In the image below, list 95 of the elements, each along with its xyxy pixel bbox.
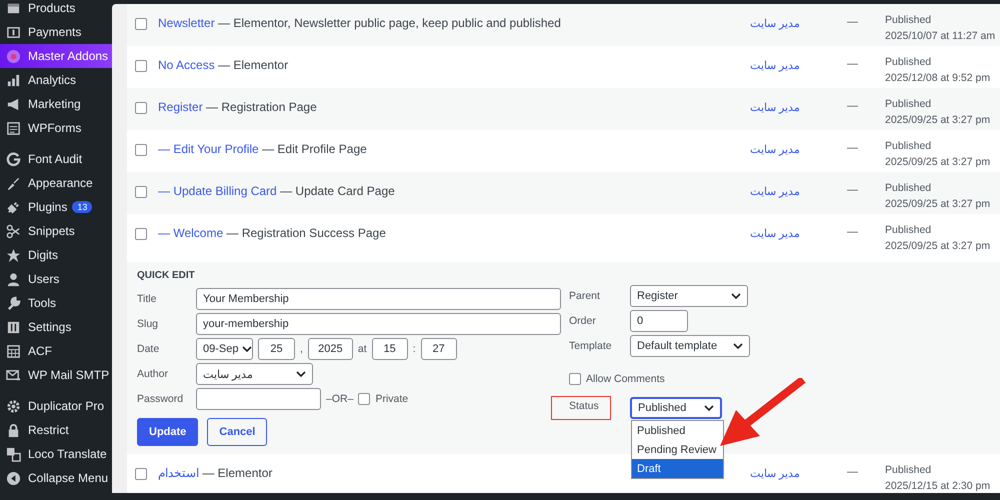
slug-field[interactable]: your-membership	[196, 313, 561, 335]
menu-item[interactable]: WP Mail SMTP	[0, 363, 112, 387]
post-date: 2025/10/07 at 11:27 am	[885, 30, 996, 43]
post-status: Published	[885, 98, 932, 111]
page-title-link[interactable]: استخدام	[158, 466, 199, 480]
month-select[interactable]: 09-Sep	[196, 338, 253, 360]
menu-item[interactable]: Snippets	[0, 219, 112, 243]
menu-item[interactable]: Digits	[0, 243, 112, 267]
author-link[interactable]: مدیر سایت	[730, 130, 820, 156]
author-link[interactable]: مدیر سایت	[730, 46, 820, 72]
title-field[interactable]: Your Membership	[196, 288, 561, 310]
dropdown-option[interactable]: Pending Review	[632, 440, 723, 459]
dropdown-option[interactable]: Published	[632, 421, 723, 440]
menu-item[interactable]: Duplicator Pro	[0, 394, 112, 418]
post-status: Published	[885, 182, 932, 195]
post-date: 2025/12/08 at 9:52 pm	[885, 72, 992, 85]
field-label: Slug	[137, 318, 160, 330]
year-field[interactable]: 2025	[308, 338, 353, 360]
day-field[interactable]: 25	[258, 338, 295, 360]
field-label: Status	[569, 400, 599, 412]
post-date: 2025/09/25 at 3:27 pm	[885, 156, 992, 169]
author-link[interactable]: مدیر سایت	[730, 214, 820, 240]
post-date: 2025/09/25 at 3:27 pm	[885, 114, 992, 127]
post-status: Published	[885, 14, 932, 27]
field-label: Parent	[569, 290, 601, 302]
comments-count: —	[846, 15, 859, 28]
comments-count: —	[846, 57, 859, 70]
menu-item[interactable]: Products	[0, 0, 112, 20]
menu-item[interactable]: Marketing	[0, 92, 112, 116]
page-title-link[interactable]: Newsletter	[158, 16, 215, 30]
menu-item[interactable]: Payments	[0, 20, 112, 44]
field-label: Author	[137, 368, 169, 380]
author-link[interactable]: مدیر سایت	[730, 4, 820, 30]
count-badge: 13	[72, 201, 92, 213]
at-label: at	[358, 343, 367, 355]
page-title-link[interactable]: — Edit Your Profile	[158, 142, 259, 156]
menu-item[interactable]: Restrict	[0, 418, 112, 442]
date-separator: ,	[300, 343, 303, 355]
menu-item[interactable]: Users	[0, 267, 112, 291]
cancel-button[interactable]: Cancel	[207, 418, 268, 446]
menu-item[interactable]: Tools	[0, 291, 112, 315]
quick-edit-heading: QUICK EDIT	[137, 270, 196, 283]
page-title-link[interactable]: — Welcome	[158, 226, 224, 240]
update-button[interactable]: Update	[137, 418, 198, 446]
page-title: Newsletter — Elementor, Newsletter public page, keep public and published	[158, 15, 561, 30]
page-title-link[interactable]: — Update Billing Card	[158, 184, 277, 198]
comments-count: —	[846, 225, 859, 238]
page-title: No Access — Elementor	[158, 57, 288, 72]
field-label: Order	[569, 315, 597, 327]
menu-item[interactable]: Master Addons	[0, 44, 112, 68]
hour-field[interactable]: 15	[372, 338, 408, 360]
page-title-link[interactable]: Register	[158, 100, 203, 114]
comments-count: —	[846, 99, 859, 112]
checkbox-label: Allow Comments	[586, 373, 665, 385]
minute-field[interactable]: 27	[420, 338, 457, 360]
field-label: Template	[569, 340, 613, 352]
field-label: Date	[137, 343, 160, 355]
author-link[interactable]: مدیر سایت	[730, 454, 820, 480]
field-label: Password	[137, 393, 184, 405]
page-title: — Update Billing Card — Update Card Page	[158, 183, 395, 198]
author-link[interactable]: مدیر سایت	[730, 88, 820, 114]
post-status: Published	[885, 140, 932, 153]
comments-count: —	[846, 183, 859, 196]
menu-item[interactable]: Font Audit	[0, 147, 112, 171]
page-title: — Edit Your Profile — Edit Profile Page	[158, 141, 367, 156]
menu-item[interactable]: Collapse Menu	[0, 466, 112, 490]
dropdown-option[interactable]: Draft	[632, 459, 723, 478]
parent-select[interactable]: Register	[630, 285, 748, 307]
comments-count: —	[846, 465, 859, 478]
menu-item[interactable]: WPForms	[0, 116, 112, 140]
menu-item[interactable]: Settings	[0, 315, 112, 339]
menu-item[interactable]: ACF	[0, 339, 112, 363]
page-title-link[interactable]: No Access	[158, 58, 215, 72]
order-field[interactable]: 0	[630, 310, 688, 332]
post-status: Published	[885, 464, 932, 477]
page-title: Register — Registration Page	[158, 99, 317, 114]
private-label: Private	[375, 393, 408, 405]
menu-item[interactable]: Plugins 13	[0, 195, 112, 219]
author-link[interactable]: مدیر سایت	[730, 172, 820, 198]
post-status: Published	[885, 56, 932, 69]
author-select[interactable]: مدیر سایت	[196, 363, 313, 385]
post-date: 2025/09/25 at 3:27 pm	[885, 198, 992, 211]
menu-item[interactable]: Appearance	[0, 171, 112, 195]
post-status: Published	[885, 224, 932, 237]
post-date: 2025/12/15 at 2:30 pm	[885, 480, 992, 493]
comments-count: —	[846, 141, 859, 154]
time-separator: :	[412, 343, 416, 355]
or-label: –OR–	[326, 393, 354, 405]
template-select[interactable]: Default template	[630, 335, 750, 357]
post-date: 2025/09/25 at 3:27 pm	[885, 240, 992, 253]
page-title: — Welcome — Registration Success Page	[158, 225, 386, 240]
menu-item[interactable]: Analytics	[0, 68, 112, 92]
field-label: Title	[137, 293, 158, 305]
status-select[interactable]: Published	[630, 397, 722, 419]
menu-item[interactable]: Loco Translate	[0, 442, 112, 466]
